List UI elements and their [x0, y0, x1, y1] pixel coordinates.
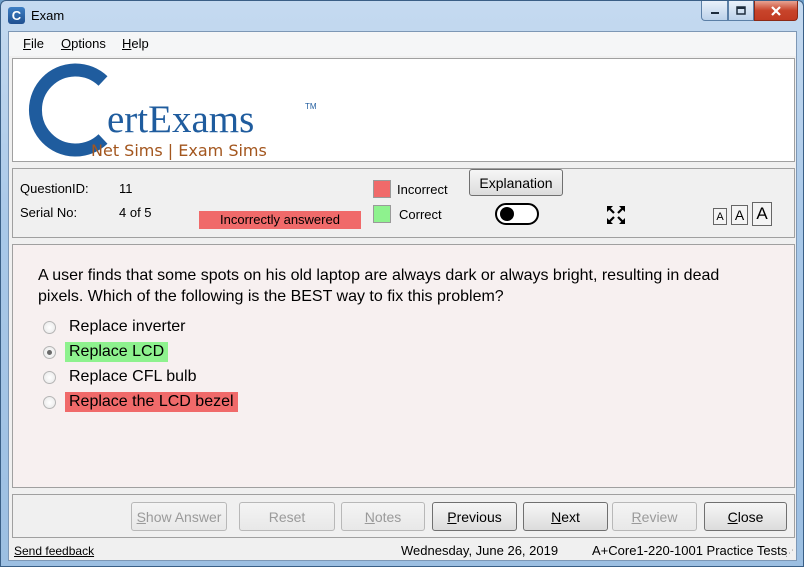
previous-accel: P	[447, 508, 457, 525]
logo-tagline: Net Sims | Exam Sims	[91, 141, 267, 160]
menu-help[interactable]: Help	[122, 36, 149, 51]
menu-help-label: elp	[131, 36, 149, 51]
answer-radio-4[interactable]	[43, 395, 56, 409]
answer-option-1[interactable]: Replace inverter	[43, 316, 190, 338]
next-label: ext	[561, 508, 580, 525]
previous-label: revious	[456, 508, 502, 525]
product-name: A+Core1-220-1001 Practice Tests	[592, 543, 788, 558]
close-icon	[771, 5, 781, 16]
app-icon: C	[8, 7, 25, 24]
legend-correct-label: Correct	[399, 207, 442, 222]
menu-options-label: ptions	[71, 36, 106, 51]
show-answer-accel: S	[136, 508, 146, 525]
menu-options[interactable]: Options	[61, 36, 106, 51]
notes-button[interactable]: Notes	[341, 502, 425, 531]
resize-grip-icon[interactable]: ⋰	[785, 549, 794, 559]
logo-trademark: TM	[305, 102, 317, 111]
answer-option-4[interactable]: Replace the LCD bezel	[43, 391, 238, 413]
incorrect-swatch	[373, 180, 391, 198]
next-accel: N	[551, 508, 562, 525]
close-button[interactable]: Close	[704, 502, 787, 531]
window-title: Exam	[31, 8, 65, 23]
current-date: Wednesday, June 26, 2019	[401, 543, 559, 558]
close-window-button[interactable]	[754, 1, 798, 21]
send-feedback-link[interactable]: Send feedback	[14, 544, 94, 558]
menu-file-label: ile	[30, 36, 44, 51]
reset-button[interactable]: Reset	[239, 502, 335, 531]
font-small-button[interactable]: A	[713, 208, 727, 225]
font-large-button[interactable]: A	[752, 202, 772, 226]
serial-label: Serial No:	[20, 205, 78, 220]
show-answer-label: how Answer	[145, 508, 222, 525]
answer-label-4: Replace the LCD bezel	[65, 392, 238, 412]
expand-arrows-icon[interactable]	[605, 204, 627, 226]
maximize-button[interactable]	[728, 1, 754, 21]
serial-value: 4 of 5	[119, 205, 152, 220]
logo-banner: ertExams TM Net Sims | Exam Sims	[12, 58, 795, 162]
certexams-logo: ertExams TM Net Sims | Exam Sims	[28, 63, 317, 160]
next-button[interactable]: Next	[523, 502, 608, 531]
legend-incorrect-label: Incorrect	[397, 182, 448, 197]
menu-file[interactable]: File	[23, 36, 44, 51]
title-bar[interactable]: C Exam	[1, 1, 803, 31]
notes-label: otes	[374, 508, 402, 525]
reset-label: Reset	[268, 508, 306, 525]
close-label: lose	[737, 508, 764, 525]
maximize-icon	[736, 5, 746, 15]
review-accel: R	[631, 508, 642, 525]
logo-brand-text: ertExams	[107, 98, 254, 141]
answer-radio-2[interactable]	[43, 345, 56, 359]
question-id-value: 11	[119, 181, 133, 196]
logo-crosshair-c-icon	[28, 63, 108, 157]
status-bar: Send feedback Wednesday, June 26, 2019 A…	[9, 540, 796, 560]
font-medium-button[interactable]: A	[731, 205, 748, 225]
window-controls	[701, 1, 798, 21]
mode-toggle[interactable]	[495, 203, 539, 225]
answer-radio-3[interactable]	[43, 370, 56, 384]
client-area: File Options Help ertExams TM Net Sims |…	[8, 31, 797, 561]
notes-accel: N	[364, 508, 375, 525]
previous-button[interactable]: Previous	[432, 502, 517, 531]
minimize-icon	[710, 11, 719, 14]
menu-file-accel: F	[23, 36, 31, 51]
explanation-button[interactable]: Explanation	[469, 169, 563, 196]
correct-swatch	[373, 205, 391, 223]
show-answer-button[interactable]: Show Answer	[131, 502, 227, 531]
status-badge: Incorrectly answered	[199, 211, 361, 229]
menu-bar: File Options Help	[9, 32, 796, 56]
question-info-panel: QuestionID: 11 Serial No: 4 of 5 Incorre…	[12, 168, 795, 238]
navigation-panel: Show Answer Reset Notes Previous Next Re…	[12, 494, 795, 538]
question-id-label: QuestionID:	[20, 181, 89, 196]
answer-radio-1[interactable]	[43, 320, 56, 334]
toggle-knob	[500, 207, 514, 221]
minimize-button[interactable]	[701, 1, 728, 21]
answer-option-2[interactable]: Replace LCD	[43, 341, 169, 363]
exam-window: C Exam File Options Help ertExams TM Net…	[0, 0, 804, 567]
question-text: A user finds that some spots on his old …	[38, 267, 720, 305]
close-accel: C	[727, 508, 738, 525]
answer-option-3[interactable]: Replace CFL bulb	[43, 366, 200, 388]
menu-help-accel: H	[122, 36, 132, 51]
review-button[interactable]: Review	[612, 502, 697, 531]
review-label: eview	[641, 508, 678, 525]
answer-label-2: Replace LCD	[65, 342, 169, 362]
answer-label-1: Replace inverter	[69, 318, 186, 335]
menu-options-accel: O	[61, 36, 72, 51]
question-panel: A user finds that some spots on his old …	[12, 244, 795, 488]
answer-label-3: Replace CFL bulb	[69, 368, 197, 385]
